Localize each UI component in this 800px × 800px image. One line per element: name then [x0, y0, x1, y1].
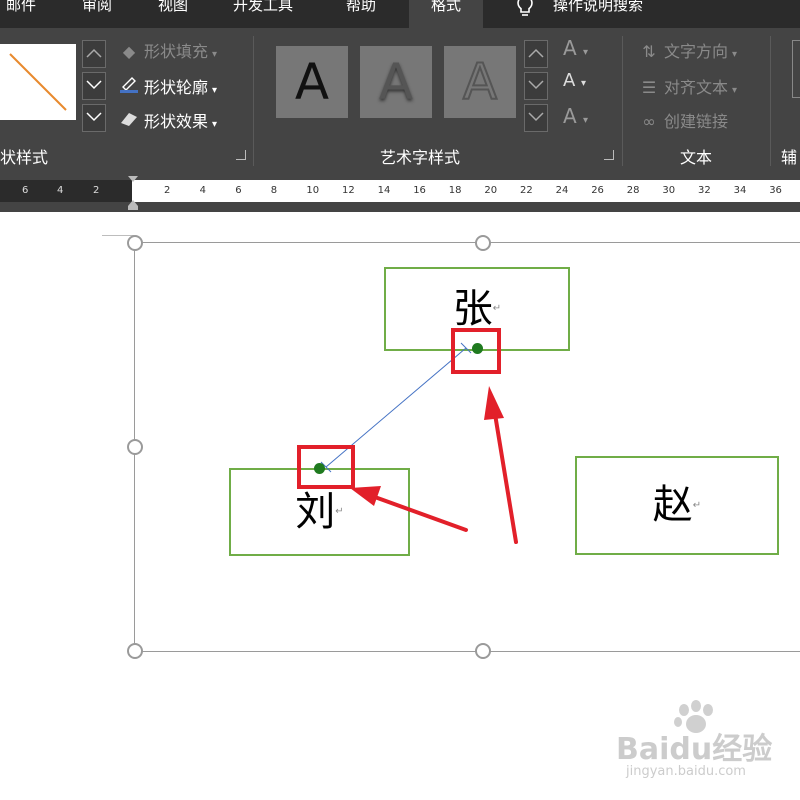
ribbon-tab-bar: 邮件 审阅 视图 开发工具 帮助 格式 操作说明搜索 — [0, 0, 800, 28]
ruler-tick: 24 — [555, 185, 569, 196]
caret-down-icon: ▾ — [732, 49, 738, 60]
gallery-scroll-down-button[interactable] — [82, 72, 106, 100]
shape-style-preview[interactable] — [0, 44, 76, 120]
ruler-tick: 8 — [270, 185, 278, 196]
wordart-style-2[interactable]: A — [360, 46, 432, 118]
caret-down-icon: ▾ — [212, 119, 218, 130]
wordart-scroll-up-button[interactable] — [524, 40, 548, 68]
indent-marker-icon[interactable] — [127, 172, 139, 212]
text-direction-icon: ⇅ — [642, 42, 656, 61]
horizontal-ruler[interactable]: 6 4 2 2 4 6 8 10 12 14 16 18 20 22 24 26 28 30 32 34 36 — [0, 172, 800, 212]
tab-mailings[interactable]: 邮件 — [6, 0, 36, 28]
text-effects-icon[interactable]: A ▾ — [563, 104, 588, 128]
shape-effects-button[interactable]: 形状效果 ▾ — [118, 108, 217, 132]
gallery-more-button[interactable] — [82, 104, 106, 132]
tab-developer[interactable]: 开发工具 — [233, 0, 293, 28]
ruler-tick: 26 — [591, 185, 604, 196]
wordart-styles-group-label: 艺术字样式 — [380, 148, 461, 167]
gallery-scroll-up-button[interactable] — [82, 40, 106, 68]
arrow-to-top-point-icon — [484, 386, 518, 544]
ruler-tick: 6 — [235, 185, 242, 196]
tab-format[interactable]: 格式 — [409, 0, 484, 28]
group-separator — [622, 36, 623, 166]
arrow-to-left-point-icon — [350, 486, 468, 532]
ruler-tick: 2 — [164, 185, 171, 196]
ruler-tick: 22 — [520, 185, 533, 196]
link-icon: ∞ — [642, 112, 656, 131]
ribbon-format: ◆ 形状填充 ▾ 形状轮廓 ▾ 形状效果 ▾ 状样式 A A A A ▾ A ▾ A ▾… — [0, 28, 800, 172]
ruler-tick: 34 — [733, 185, 747, 196]
ruler-tick: 28 — [626, 185, 640, 196]
ruler-tick: 20 — [484, 185, 498, 196]
shape-outline-button[interactable]: 形状轮廓 ▾ — [118, 74, 217, 98]
ruler-tick: 32 — [698, 185, 711, 196]
chevron-up-icon — [528, 48, 544, 58]
caret-down-icon: ▾ — [732, 85, 738, 96]
wordart-more-button[interactable] — [524, 104, 548, 132]
shape-styles-group-label: 状样式 — [0, 148, 49, 167]
tab-help[interactable]: 帮助 — [346, 0, 376, 28]
wordart-scroll-down-button[interactable] — [524, 72, 548, 100]
ruler-tick: 30 — [662, 185, 676, 196]
watermark-url: jingyan.baidu.com — [626, 764, 746, 779]
chevron-down-icon — [528, 80, 544, 90]
wordart-style-3[interactable]: A — [444, 46, 516, 118]
ruler-tick: 16 — [413, 185, 426, 196]
ruler-margin: 6 4 2 — [0, 180, 132, 202]
ruler-tick: 10 — [306, 185, 320, 196]
text-fill-icon[interactable]: A ▾ — [563, 36, 588, 60]
ruler-tick: 14 — [377, 185, 391, 196]
lightbulb-icon[interactable] — [515, 0, 535, 28]
shape-effects-icon — [118, 111, 140, 131]
chevron-down-icon — [528, 112, 544, 122]
ruler-tick: 12 — [342, 185, 355, 196]
chevron-up-icon — [86, 48, 102, 58]
group-separator — [770, 36, 771, 166]
text-direction-button[interactable]: ⇅ 文字方向 ▾ — [638, 38, 737, 62]
ruler-tick: 18 — [448, 185, 462, 196]
ruler-tick: 36 — [769, 185, 782, 196]
baidu-jingyan-watermark: Baidu经验 jingyan.baidu.com — [612, 700, 792, 790]
ruler-tick: 4 — [199, 185, 206, 196]
chevron-down-icon — [86, 112, 102, 122]
watermark-brand: Baidu经验 — [616, 732, 773, 767]
paint-bucket-icon: ◆ — [122, 42, 136, 61]
ruler-tick: 6 — [22, 185, 29, 196]
tab-view[interactable]: 视图 — [158, 0, 188, 28]
align-text-icon: ☰ — [641, 78, 657, 97]
create-link-button[interactable]: ∞ 创建链接 — [638, 108, 728, 132]
align-text-button[interactable]: ☰ 对齐文本 ▾ — [638, 74, 737, 98]
shape-fill-button[interactable]: ◆ 形状填充 ▾ — [118, 38, 217, 62]
wordart-style-1[interactable]: A — [276, 46, 348, 118]
shape-styles-dialog-launcher-icon[interactable] — [236, 150, 246, 160]
ruler-tick: 4 — [57, 185, 64, 196]
text-group-label: 文本 — [680, 148, 713, 167]
wordart-dialog-launcher-icon[interactable] — [604, 150, 614, 160]
group-separator — [253, 36, 254, 166]
tell-me-search[interactable]: 操作说明搜索 — [553, 0, 643, 28]
arrange-button[interactable] — [792, 40, 800, 98]
caret-down-icon: ▾ — [212, 85, 218, 96]
ruler-tick: 2 — [93, 185, 100, 196]
chevron-down-icon — [86, 80, 102, 90]
tab-review[interactable]: 审阅 — [82, 0, 112, 28]
caret-down-icon: ▾ — [212, 49, 218, 60]
aux-group-label: 辅 — [781, 148, 798, 167]
text-outline-icon[interactable]: A ▾ — [563, 70, 586, 91]
pencil-outline-icon — [118, 75, 140, 97]
